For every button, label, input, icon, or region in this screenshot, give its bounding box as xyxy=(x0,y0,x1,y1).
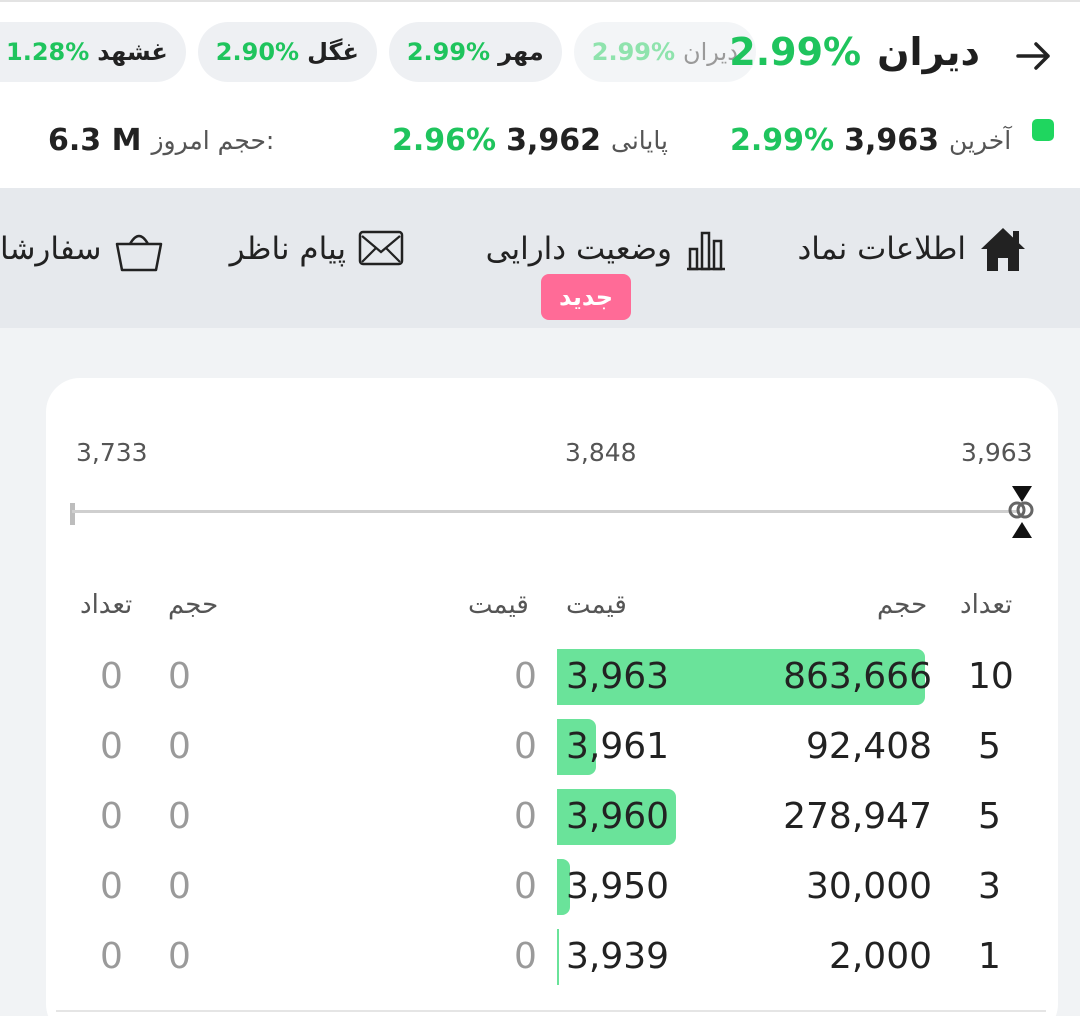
tab-orders[interactable]: سفارشا xyxy=(0,218,164,280)
divider xyxy=(56,1010,1046,1012)
col-sell-count: تعداد xyxy=(80,590,133,620)
close-price: 2.96% 3,962 پایانی xyxy=(392,112,668,168)
sell-volume: 0 xyxy=(168,866,191,907)
chip-change: 2.99% xyxy=(591,38,676,66)
orderbook-row[interactable]: 0 0 0 3,963 863,666 10 xyxy=(0,642,1080,712)
sell-count: 0 xyxy=(100,656,123,697)
sell-price: 0 xyxy=(514,656,537,697)
chip-change: 2.90% xyxy=(215,38,300,66)
last-change: 2.99% xyxy=(730,122,835,158)
back-button[interactable] xyxy=(1010,32,1058,80)
chip-change: 1.28% xyxy=(6,38,90,66)
related-symbols-strip[interactable]: 1.28% غشهد 2.90% غگل 2.99% مهر 2.99% دیر… xyxy=(0,22,756,82)
tab-label: وضعیت دارایی xyxy=(485,231,672,267)
buy-price: 3,963 xyxy=(566,656,670,697)
chip-name: مهر xyxy=(498,38,544,66)
tab-symbol-info[interactable]: اطلاعات نماد xyxy=(797,218,1028,280)
sell-count: 0 xyxy=(100,866,123,907)
buy-price: 3,950 xyxy=(566,866,670,907)
today-volume-label: حجم امروز: xyxy=(151,125,275,155)
range-high: 3,963 xyxy=(961,438,1033,467)
tab-label: سفارشا xyxy=(0,231,102,267)
arrow-right-icon xyxy=(1016,42,1050,70)
buy-volume: 863,666 xyxy=(783,656,932,697)
col-sell-volume: حجم xyxy=(168,590,219,620)
buy-count: 10 xyxy=(968,656,1014,697)
close-label: پایانی xyxy=(610,125,668,155)
sell-volume: 0 xyxy=(168,726,191,767)
buy-price: 3,939 xyxy=(566,936,670,977)
home-icon xyxy=(981,228,1025,271)
symbol-name: دیران xyxy=(877,30,980,74)
buy-count: 1 xyxy=(978,936,1001,977)
sell-count: 0 xyxy=(100,936,123,977)
last-label: آخرین xyxy=(948,125,1012,155)
price-range-marker xyxy=(1008,486,1034,538)
price-range-track xyxy=(72,510,1020,513)
sell-count: 0 xyxy=(100,796,123,837)
new-badge: جدید xyxy=(541,274,631,320)
sell-volume: 0 xyxy=(168,796,191,837)
sell-price: 0 xyxy=(514,866,537,907)
sell-price: 0 xyxy=(514,726,537,767)
buy-count: 3 xyxy=(978,866,1001,907)
orderbook-row[interactable]: 0 0 0 3,950 30,000 3 xyxy=(0,852,1080,922)
chip-change: 2.99% xyxy=(406,38,491,66)
bar-chart-icon xyxy=(687,231,725,271)
range-low-tick xyxy=(70,503,75,525)
orderbook-row[interactable]: 0 0 0 3,961 92,408 5 xyxy=(0,712,1080,782)
orderbook-row[interactable]: 0 0 0 3,939 2,000 1 xyxy=(0,922,1080,992)
buy-volume: 92,408 xyxy=(806,726,932,767)
close-change: 2.96% xyxy=(392,122,497,158)
tab-label: اطلاعات نماد xyxy=(797,231,966,267)
live-status-indicator xyxy=(1032,119,1054,141)
symbol-chip[interactable]: 2.99% مهر xyxy=(388,22,562,82)
buy-volume: 278,947 xyxy=(783,796,932,837)
buy-price: 3,960 xyxy=(566,796,670,837)
last-value: 3,963 xyxy=(844,122,939,158)
col-buy-volume: حجم xyxy=(877,590,928,620)
col-sell-price: قیمت xyxy=(468,590,529,620)
basket-icon xyxy=(115,234,162,272)
last-price: 2.99% 3,963 آخرین xyxy=(730,112,1011,168)
symbol-chip[interactable]: 2.90% غگل xyxy=(197,22,377,82)
tab-asset-status[interactable]: وضعیت دارایی xyxy=(486,218,728,280)
sell-count: 0 xyxy=(100,726,123,767)
buy-volume-bar xyxy=(557,929,559,985)
col-buy-count: تعداد xyxy=(960,590,1013,620)
today-volume-value: 6.3 M xyxy=(48,122,142,158)
today-volume: 6.3 M حجم امروز: xyxy=(48,112,274,168)
buy-count: 5 xyxy=(978,726,1001,767)
price-stats: 6.3 M حجم امروز: 2.96% 3,962 پایانی 2.99… xyxy=(0,112,1080,168)
symbol-title: دیران 2.99% xyxy=(729,24,980,80)
buy-count: 5 xyxy=(978,796,1001,837)
symbol-change: 2.99% xyxy=(729,30,862,74)
buy-price: 3,961 xyxy=(566,726,670,767)
chip-name: غشهد xyxy=(97,38,168,66)
range-mid: 3,848 xyxy=(565,438,637,467)
chip-name: غگل xyxy=(307,38,359,66)
symbol-chip[interactable]: 1.28% غشهد xyxy=(0,22,186,82)
sell-price: 0 xyxy=(514,796,537,837)
range-low: 3,733 xyxy=(76,438,148,467)
envelope-icon xyxy=(358,230,404,266)
close-value: 3,962 xyxy=(506,122,601,158)
sell-volume: 0 xyxy=(168,936,191,977)
tab-bar: اطلاعات نماد وضعیت دارایی پیام ناظر سفار… xyxy=(0,188,1080,328)
buy-volume: 30,000 xyxy=(806,866,932,907)
tab-label: پیام ناظر xyxy=(229,231,346,267)
sell-price: 0 xyxy=(514,936,537,977)
buy-volume: 2,000 xyxy=(828,936,932,977)
col-buy-price: قیمت xyxy=(566,590,627,620)
sell-volume: 0 xyxy=(168,656,191,697)
symbol-header: 1.28% غشهد 2.90% غگل 2.99% مهر 2.99% دیر… xyxy=(0,0,1080,188)
tab-supervisor-message[interactable]: پیام ناظر xyxy=(230,218,404,280)
orderbook-row[interactable]: 0 0 0 3,960 278,947 5 xyxy=(0,782,1080,852)
